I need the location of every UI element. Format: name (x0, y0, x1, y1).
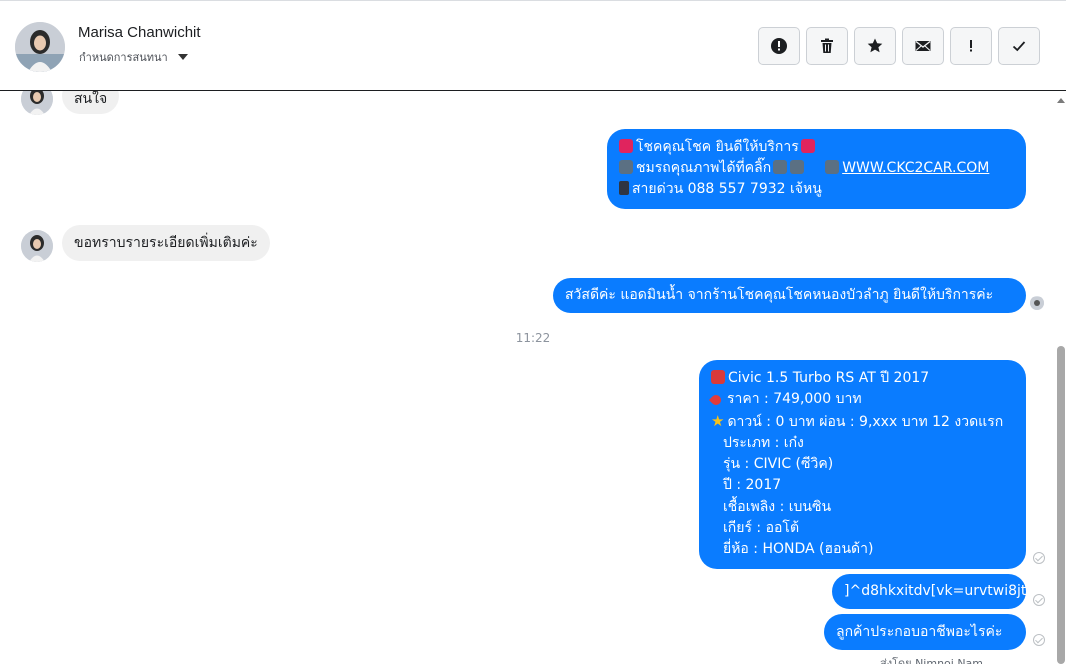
down-arrow-icon (790, 160, 805, 174)
message-bubble: ขอทราบรายระเอียดเพิ่มเติมค่ะ (62, 225, 270, 261)
message-line: โชคคุณโชค ยินดีให้บริการ (619, 137, 1014, 158)
message-outgoing: สวัสดีค่ะ แอดมินน้ำ จากร้านโชคคุณโชคหนอง… (553, 278, 1026, 313)
sent-by-note: ส่งโดย Nimnoi Nam (880, 657, 984, 664)
message-line: ชมรถคุณภาพได้ที่คลิ๊ก WWW.CKC2CAR.COM (619, 158, 1014, 179)
message-line: ราคา : 749,000 บาท (708, 389, 1014, 410)
message-line: เกียร์ : ออโต้ (723, 520, 800, 537)
message-bubble: โชคคุณโชค ยินดีให้บริการ ชมรถคุณภาพได้ที… (607, 129, 1026, 209)
star-emoji-icon: ★ (711, 411, 725, 430)
contact-name[interactable]: Marisa Chanwichit (78, 24, 201, 41)
trash-icon (821, 38, 833, 53)
delivered-check-icon (1033, 634, 1045, 646)
star-icon (867, 38, 883, 53)
message-bubble: ]^d8hkxitdv[vk=urvtwi8jt (832, 574, 1026, 609)
mark-done-button[interactable] (998, 27, 1040, 65)
message-text: โชคคุณโชค ยินดีให้บริการ (636, 139, 799, 155)
red-sparkle-icon (619, 139, 633, 153)
pushpin-icon (708, 393, 724, 408)
message-line: สายด่วน 088 557 7932 เจ้หนู (619, 179, 1014, 200)
message-bubble: ลูกค้าประกอบอาชีพอะไรค่ะ (824, 614, 1026, 650)
car-icon (711, 370, 725, 384)
exclamation-icon (970, 40, 972, 52)
subtitle-label: กำหนดการสนทนา (79, 51, 168, 64)
conversation-assign-dropdown[interactable]: กำหนดการสนทนา (79, 48, 188, 66)
delivered-check-icon (1033, 552, 1045, 564)
message-text: Civic 1.5 Turbo RS AT ปี 2017 (728, 370, 930, 386)
message-outgoing: ลูกค้าประกอบอาชีพอะไรค่ะ (824, 614, 1026, 650)
report-button[interactable] (758, 27, 800, 65)
conversation-toolbar (758, 27, 1040, 65)
message-line: Civic 1.5 Turbo RS AT ปี 2017 (711, 368, 1014, 389)
message-scrollbar[interactable] (1055, 91, 1066, 664)
message-line: ประเภท : เก๋ง (723, 434, 804, 451)
message-incoming: สนใจ (62, 91, 120, 114)
contact-avatar[interactable] (15, 22, 65, 72)
message-line: ยี่ห้อ : HONDA (ฮอนด้า) (723, 541, 874, 558)
star-button[interactable] (854, 27, 896, 65)
message-text: ดาวน์ : 0 บาท ผ่อน : 9,xxx บาท 12 งวดแรก (727, 413, 1004, 430)
down-arrow-icon (773, 160, 788, 174)
contact-avatar-small (21, 230, 53, 262)
website-link[interactable]: WWW.CKC2CAR.COM (842, 160, 989, 176)
seen-avatar (1030, 296, 1044, 310)
message-bubble: สวัสดีค่ะ แอดมินน้ำ จากร้านโชคคุณโชคหนอง… (553, 278, 1026, 313)
message-outgoing: โชคคุณโชค ยินดีให้บริการ ชมรถคุณภาพได้ที… (607, 129, 1026, 209)
alert-circle-icon (771, 38, 787, 54)
message-line: ปี : 2017 (723, 477, 782, 494)
message-incoming: ขอทราบรายระเอียดเพิ่มเติมค่ะ (62, 225, 270, 261)
check-icon (1012, 41, 1026, 52)
red-sparkle-icon (800, 139, 815, 153)
mark-unread-button[interactable] (902, 27, 944, 65)
message-outgoing: ]^d8hkxitdv[vk=urvtwi8jt (832, 574, 1026, 609)
message-text: ชมรถคุณภาพได้ที่คลิ๊ก (636, 160, 772, 176)
message-line: ★ ดาวน์ : 0 บาท ผ่อน : 9,xxx บาท 12 งวดแร… (711, 411, 1014, 433)
delivered-check-icon (1033, 594, 1045, 606)
message-line: เชื้อเพลิง : เบนซิน (723, 498, 832, 515)
play-button-icon (825, 160, 840, 174)
mobile-phone-icon (619, 181, 629, 195)
message-thread[interactable]: สนใจ โชคคุณโชค ยินดีให้บริการ ชมรถคุณภาพ… (0, 91, 1054, 664)
message-line: รุ่น : CIVIC (ซีวิค) (723, 456, 834, 473)
scroll-up-arrow-icon[interactable] (1057, 98, 1065, 103)
message-text: สายด่วน 088 557 7932 เจ้หนู (632, 181, 822, 197)
scroll-thumb[interactable] (1057, 346, 1065, 664)
spam-button[interactable] (950, 27, 992, 65)
delete-button[interactable] (806, 27, 848, 65)
play-button-icon (619, 160, 633, 174)
caret-down-icon (177, 54, 188, 60)
message-bubble: Civic 1.5 Turbo RS AT ปี 2017 ราคา : 749… (699, 360, 1026, 569)
mail-icon (915, 40, 931, 51)
message-bubble: สนใจ (62, 91, 120, 114)
message-outgoing: Civic 1.5 Turbo RS AT ปี 2017 ราคา : 749… (699, 360, 1026, 569)
message-timestamp: 11:22 (515, 331, 551, 345)
conversation-header: Marisa Chanwichit กำหนดการสนทนา (0, 0, 1066, 91)
message-text: ราคา : 749,000 บาท (727, 391, 862, 408)
contact-avatar-small (21, 91, 53, 115)
